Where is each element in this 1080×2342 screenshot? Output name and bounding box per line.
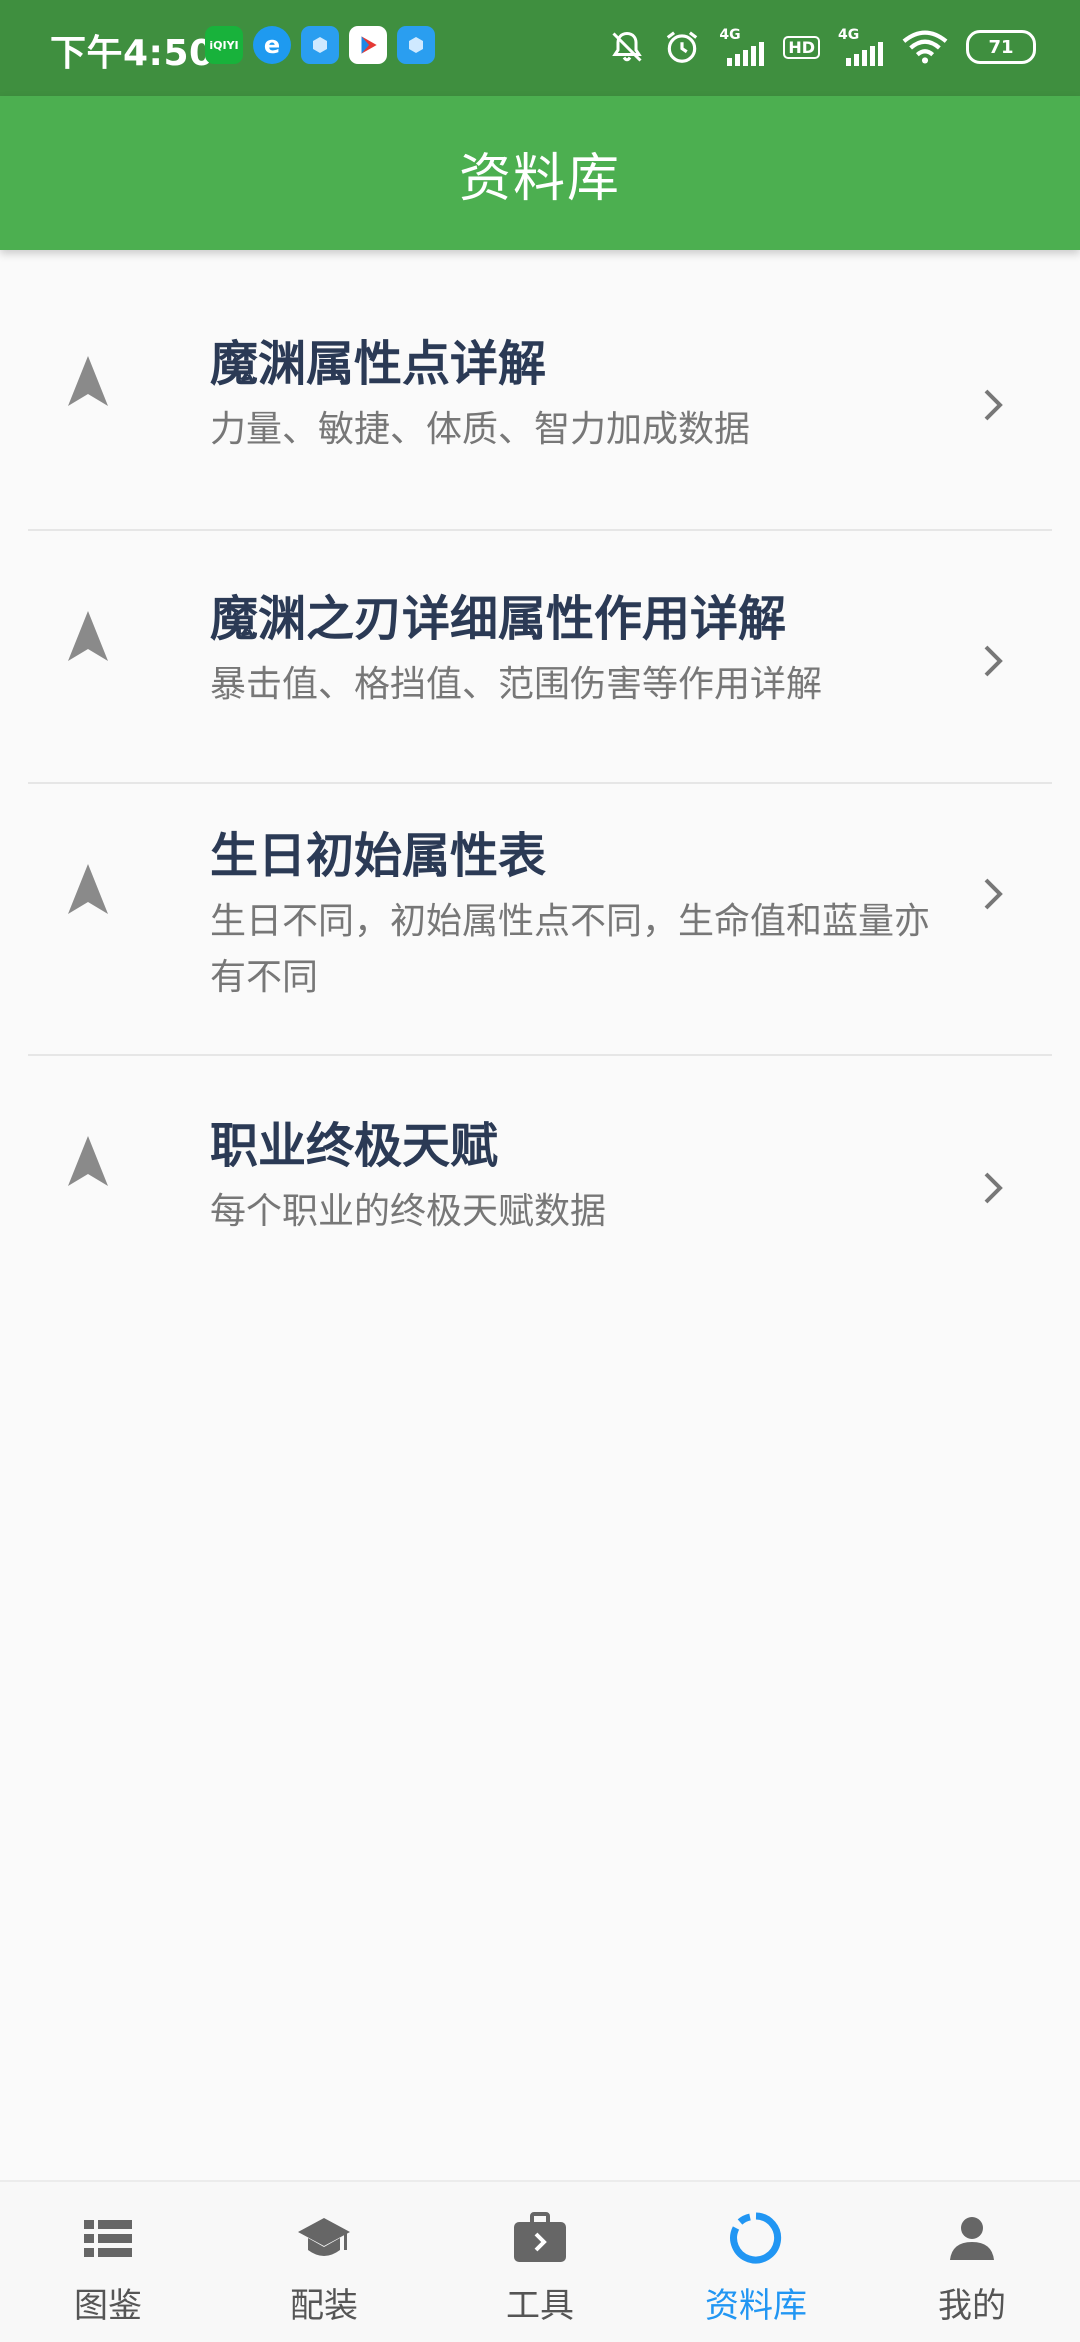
nav-label: 图鉴 — [74, 2286, 142, 2326]
nav-label: 我的 — [938, 2286, 1006, 2326]
toolbox-icon — [514, 2212, 566, 2262]
navigation-arrow-icon — [68, 1136, 108, 1186]
loading-ring-icon — [730, 2212, 782, 2264]
cube-icon — [301, 26, 339, 64]
chevron-right-icon — [984, 389, 1003, 421]
hd-icon: HD — [783, 35, 820, 59]
nav-item-catalog[interactable]: 图鉴 — [0, 2182, 216, 2342]
nav-label: 资料库 — [705, 2286, 807, 2326]
list-item-subtitle: 力量、敏捷、体质、智力加成数据 — [210, 409, 751, 450]
list-item-subtitle: 每个职业的终极天赋数据 — [210, 1191, 607, 1232]
list-item-subtitle: 生日不同，初始属性点不同，生命值和蓝量亦有不同 — [210, 901, 931, 998]
nav-item-equipment[interactable]: 配装 — [216, 2182, 432, 2342]
browser-icon: e — [253, 26, 291, 64]
wifi-icon — [902, 29, 948, 65]
status-time: 下午4:50 — [50, 33, 215, 74]
list-item-subtitle: 暴击值、格挡值、范围伤害等作用详解 — [210, 664, 823, 705]
list-item[interactable]: 魔渊属性点详解 力量、敏捷、体质、智力加成数据 — [0, 250, 1080, 531]
list-item[interactable]: 魔渊之刃详细属性作用详解 暴击值、格挡值、范围伤害等作用详解 — [0, 531, 1080, 784]
list-item[interactable]: 生日初始属性表 生日不同，初始属性点不同，生命值和蓝量亦有不同 — [0, 784, 1080, 1056]
signal-icon: 4G — [719, 28, 765, 66]
chevron-right-icon — [984, 878, 1003, 910]
chevron-right-icon — [984, 645, 1003, 677]
navigation-arrow-icon — [68, 864, 108, 914]
nav-item-tools[interactable]: 工具 — [432, 2182, 648, 2342]
alarm-icon — [663, 28, 701, 66]
mute-bell-icon — [609, 29, 645, 65]
list-item-title: 魔渊属性点详解 — [210, 336, 547, 392]
signal-icon: 4G — [838, 28, 884, 66]
nav-label: 工具 — [506, 2286, 574, 2326]
nav-label: 配装 — [290, 2286, 358, 2326]
status-right-icons: 4G HD 4G 71 — [609, 22, 1036, 72]
list-item-title: 职业终极天赋 — [210, 1118, 499, 1174]
list-item[interactable]: 职业终极天赋 每个职业的终极天赋数据 — [0, 1056, 1080, 1286]
chevron-right-icon — [984, 1172, 1003, 1204]
cube-icon — [397, 26, 435, 64]
list-item-title: 生日初始属性表 — [210, 828, 547, 884]
play-store-icon — [349, 26, 387, 64]
nav-item-library[interactable]: 资料库 — [648, 2182, 864, 2342]
graduation-cap-icon — [298, 2218, 350, 2256]
status-bar: 下午4:50 iQIYI e 4G HD 4G 71 — [0, 0, 1080, 96]
status-app-icons: iQIYI e — [205, 26, 435, 66]
navigation-arrow-icon — [68, 356, 108, 406]
library-list: 魔渊属性点详解 力量、敏捷、体质、智力加成数据 魔渊之刃详细属性作用详解 暴击值… — [0, 250, 1080, 1286]
iqiyi-icon: iQIYI — [205, 26, 243, 64]
page-title: 资料库 — [458, 148, 621, 209]
list-item-title: 魔渊之刃详细属性作用详解 — [210, 591, 787, 647]
person-icon — [950, 2217, 994, 2260]
app-bar: 资料库 — [0, 96, 1080, 250]
list-icon — [84, 2220, 132, 2257]
navigation-arrow-icon — [68, 611, 108, 661]
battery-icon: 71 — [966, 30, 1036, 64]
nav-item-profile[interactable]: 我的 — [864, 2182, 1080, 2342]
bottom-navigation: 图鉴 配装 工具 资料库 我的 — [0, 2180, 1080, 2342]
